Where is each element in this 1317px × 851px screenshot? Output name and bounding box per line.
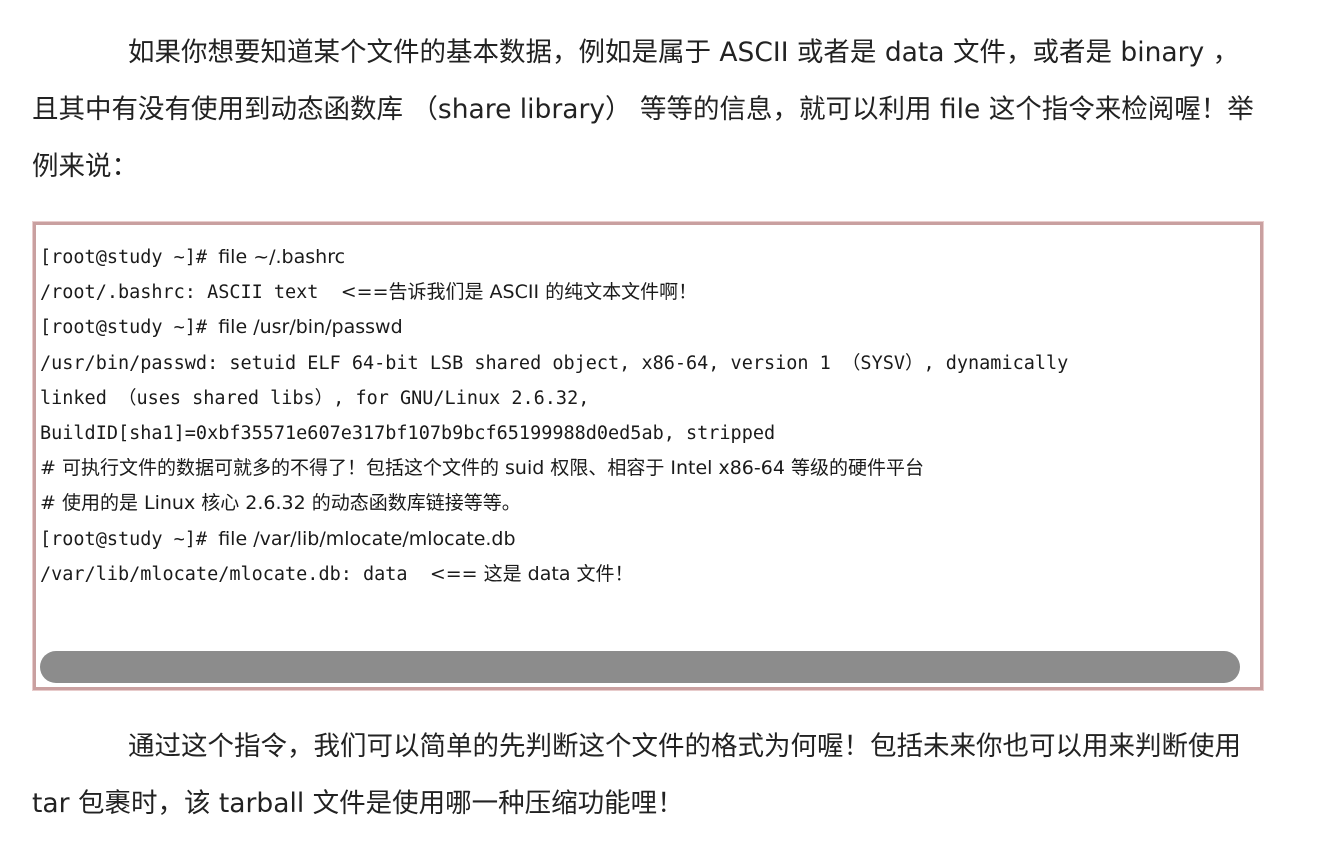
code-line-mono: linked （uses shared libs）, for GNU/Linux… bbox=[40, 387, 590, 409]
code-line-prose: <==告诉我们是 ASCII 的纯文本文件啊！ bbox=[340, 281, 698, 304]
code-line-mono: /var/lib/mlocate/mlocate.db: data bbox=[40, 563, 430, 585]
code-line: [root@study ~]# file ~/.bashrc bbox=[40, 239, 1256, 274]
code-line: # 可执行文件的数据可就多的不得了！包括这个文件的 suid 权限、相容于 In… bbox=[40, 450, 1256, 485]
intro-paragraph: 如果你想要知道某个文件的基本数据，例如是属于 ASCII 或者是 data 文件… bbox=[32, 24, 1262, 195]
code-line: [root@study ~]# file /usr/bin/passwd bbox=[40, 309, 1256, 344]
code-line-mono: /root/.bashrc: ASCII text bbox=[40, 282, 341, 304]
code-line: /usr/bin/passwd: setuid ELF 64-bit LSB s… bbox=[40, 345, 1256, 380]
code-line-mono: [root@study ~]# bbox=[40, 317, 219, 339]
code-line: linked （uses shared libs）, for GNU/Linux… bbox=[40, 380, 1256, 415]
code-line-mono: /usr/bin/passwd: setuid ELF 64-bit LSB s… bbox=[40, 352, 1069, 374]
code-line-mono: BuildID[sha1]=0xbf35571e607e317bf107b9bc… bbox=[40, 422, 776, 444]
code-line-prose: <== 这是 data 文件！ bbox=[429, 562, 634, 585]
code-line: BuildID[sha1]=0xbf35571e607e317bf107b9bc… bbox=[40, 415, 1256, 450]
code-line: /var/lib/mlocate/mlocate.db: data <== 这是… bbox=[40, 556, 1256, 591]
code-line-mono: [root@study ~]# bbox=[40, 247, 219, 268]
intro-text: 如果你想要知道某个文件的基本数据，例如是属于 ASCII 或者是 data 文件… bbox=[32, 37, 1254, 182]
code-line: # 使用的是 Linux 核心 2.6.32 的动态函数库链接等等。 bbox=[40, 485, 1256, 520]
code-line-prose: # 可执行文件的数据可就多的不得了！包括这个文件的 suid 权限、相容于 In… bbox=[40, 457, 924, 480]
code-line-prose: # 使用的是 Linux 核心 2.6.32 的动态函数库链接等等。 bbox=[40, 492, 521, 515]
code-line-mono: [root@study ~]# bbox=[40, 528, 219, 550]
outro-text: 通过这个指令，我们可以简单的先判断这个文件的格式为何喔！包括未来你也可以用来判断… bbox=[32, 731, 1241, 819]
horizontal-scrollbar[interactable] bbox=[40, 651, 1240, 683]
code-line: /root/.bashrc: ASCII text <==告诉我们是 ASCII… bbox=[40, 274, 1256, 309]
code-lines: [root@study ~]# file ~/.bashrc /root/.ba… bbox=[40, 239, 1256, 591]
code-block: [root@study ~]# file ~/.bashrc /root/.ba… bbox=[32, 221, 1264, 691]
outro-paragraph: 通过这个指令，我们可以简单的先判断这个文件的格式为何喔！包括未来你也可以用来判断… bbox=[32, 718, 1262, 832]
code-line-prose: file ~/.bashrc bbox=[218, 246, 346, 268]
code-line-prose: file /var/lib/mlocate/mlocate.db bbox=[218, 527, 516, 550]
code-line-prose: file /usr/bin/passwd bbox=[218, 316, 403, 339]
code-line: [root@study ~]# file /var/lib/mlocate/ml… bbox=[40, 521, 1256, 556]
